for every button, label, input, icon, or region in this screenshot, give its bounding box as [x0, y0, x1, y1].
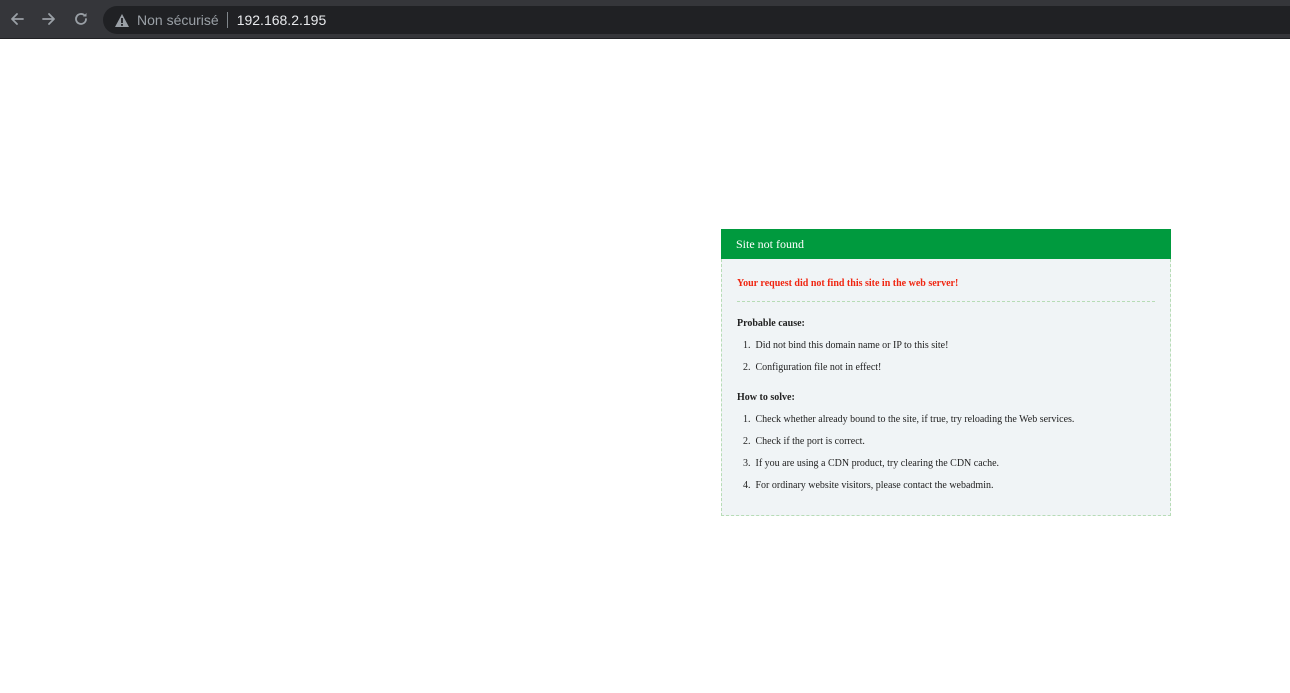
error-message: Your request did not find this site in t…: [737, 273, 1155, 302]
forward-button[interactable]: [38, 8, 60, 30]
list-item-text: Check whether already bound to the site,…: [755, 414, 1075, 425]
list-item: 2. Configuration file not in effect!: [743, 357, 1155, 379]
list-item: 3. If you are using a CDN product, try c…: [743, 453, 1155, 475]
security-status-label[interactable]: Non sécurisé: [137, 12, 219, 28]
solution-list: 1. Check whether already bound to the si…: [737, 409, 1155, 497]
reload-icon: [73, 11, 89, 27]
list-item-text: Configuration file not in effect!: [755, 362, 882, 373]
list-item-number: 1.: [743, 414, 751, 425]
error-header: Site not found: [721, 229, 1171, 259]
list-item: 2. Check if the port is correct.: [743, 431, 1155, 453]
list-item-number: 1.: [743, 340, 751, 351]
list-item: 1. Check whether already bound to the si…: [743, 409, 1155, 431]
list-item-text: If you are using a CDN product, try clea…: [755, 458, 1000, 469]
arrow-right-icon: [41, 11, 57, 27]
error-body: Your request did not find this site in t…: [721, 259, 1171, 516]
reload-button[interactable]: [70, 8, 92, 30]
list-item-number: 2.: [743, 362, 751, 373]
list-item-text: Did not bind this domain name or IP to t…: [755, 340, 949, 351]
address-bar[interactable]: Non sécurisé 192.168.2.195: [103, 6, 1290, 34]
url-text[interactable]: 192.168.2.195: [237, 12, 327, 28]
list-item-number: 4.: [743, 480, 751, 491]
list-item-number: 2.: [743, 436, 751, 447]
address-bar-separator: [226, 12, 228, 28]
error-panel: Site not found Your request did not find…: [721, 229, 1171, 516]
arrow-left-icon: [9, 11, 25, 27]
list-item-text: Check if the port is correct.: [755, 436, 865, 447]
list-item-number: 3.: [743, 458, 751, 469]
warning-triangle-icon[interactable]: [113, 11, 131, 29]
back-button[interactable]: [6, 8, 28, 30]
list-item: 4. For ordinary website visitors, please…: [743, 475, 1155, 497]
cause-list: 1. Did not bind this domain name or IP t…: [737, 335, 1155, 379]
list-item-text: For ordinary website visitors, please co…: [755, 480, 994, 491]
browser-toolbar: Non sécurisé 192.168.2.195: [0, 0, 1290, 39]
cause-title: Probable cause:: [737, 318, 805, 329]
list-item: 1. Did not bind this domain name or IP t…: [743, 335, 1155, 357]
solve-title: How to solve:: [737, 392, 795, 403]
